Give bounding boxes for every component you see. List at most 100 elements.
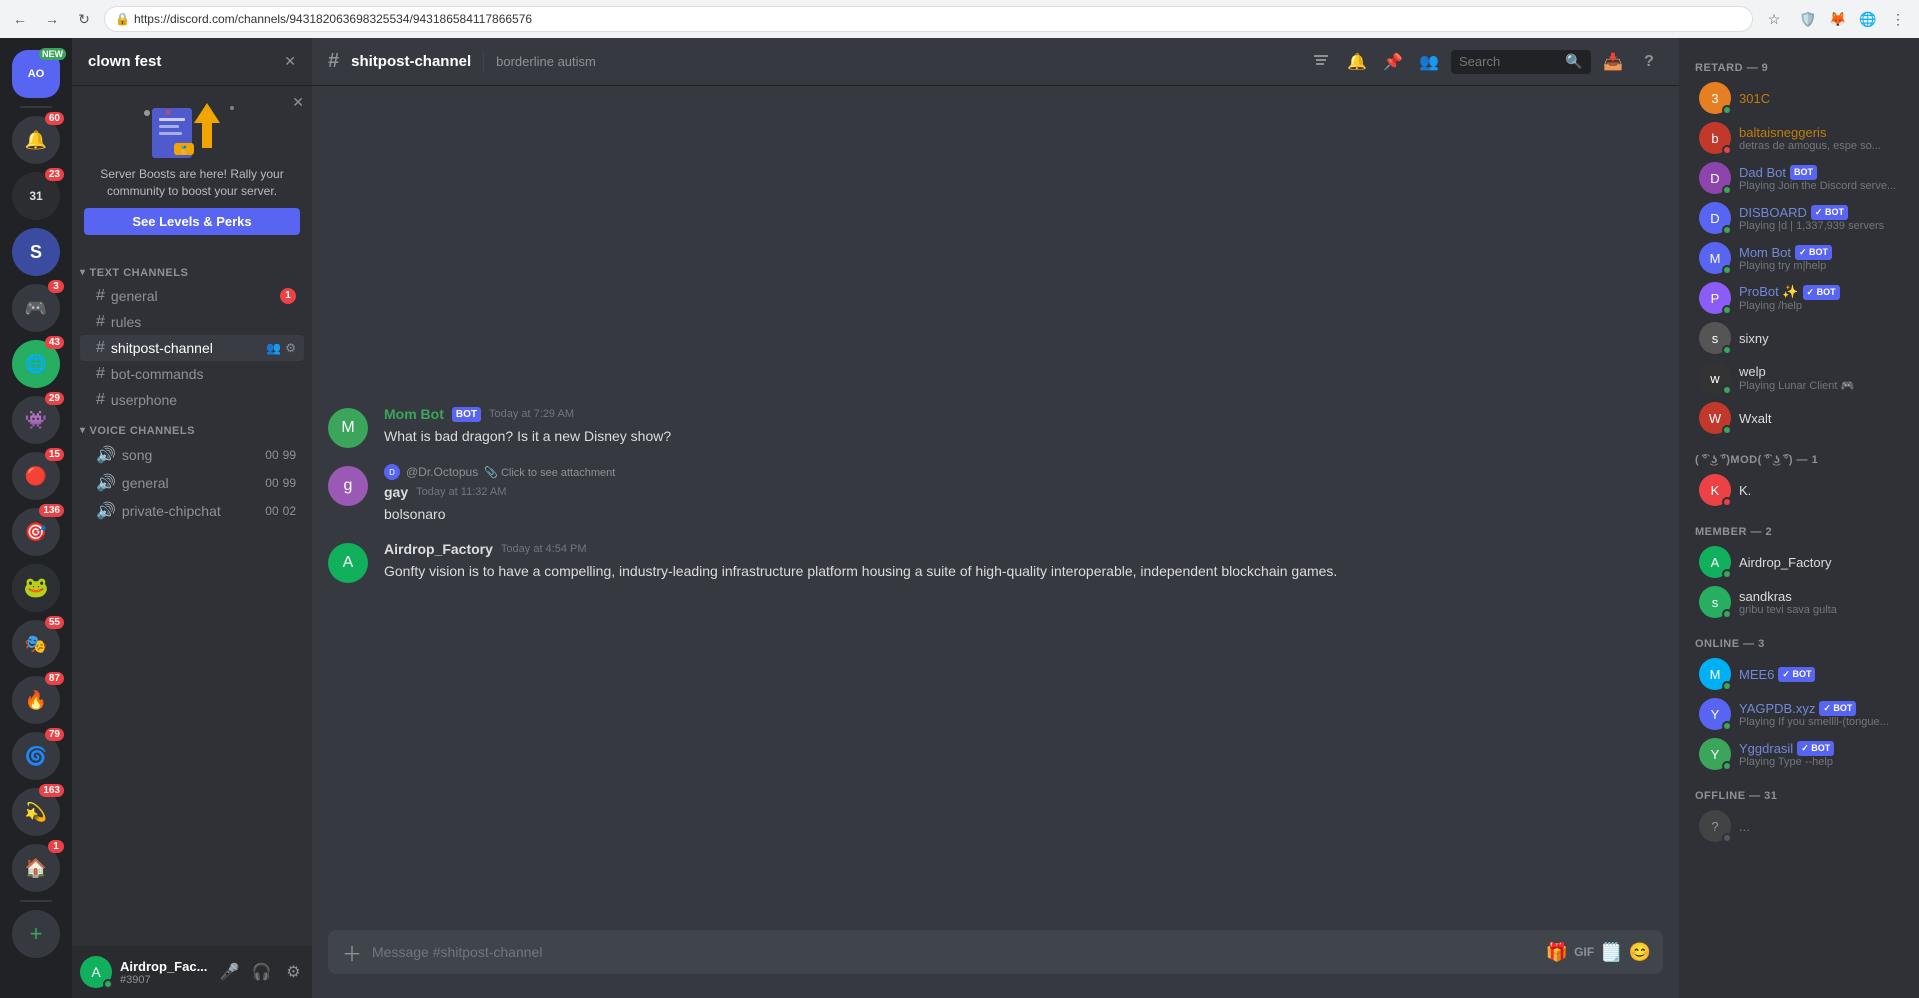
- user-info: Airdrop_Fac... #3907: [120, 959, 207, 986]
- member-disboard[interactable]: D DISBOARD ✓ BOT Playing |d | 1,337,939 …: [1687, 198, 1911, 238]
- text-channels-category[interactable]: ▾ TEXT CHANNELS: [72, 255, 312, 283]
- boost-banner-button[interactable]: See Levels & Perks: [84, 208, 300, 235]
- member-baltais[interactable]: b baltaisneggeris detras de amogus, espe…: [1687, 118, 1911, 158]
- bookmark-button[interactable]: ☆: [1761, 6, 1787, 32]
- gif-button[interactable]: GIF: [1574, 945, 1594, 959]
- member-wxalt[interactable]: W Wxalt: [1687, 398, 1911, 438]
- server-icon-6[interactable]: 👾 29: [12, 396, 60, 444]
- member-301c[interactable]: 3 301C: [1687, 78, 1911, 118]
- server-icon-12[interactable]: 🌀 79: [12, 732, 60, 780]
- deafen-button[interactable]: 🎧: [247, 958, 275, 986]
- search-box[interactable]: 🔍: [1451, 50, 1591, 74]
- server-icon-14[interactable]: 🏠 1: [12, 844, 60, 892]
- threads-button[interactable]: [1307, 48, 1335, 76]
- forward-button[interactable]: →: [40, 7, 64, 31]
- member-mombot[interactable]: M Mom Bot ✓ BOT Playing try m|help: [1687, 238, 1911, 278]
- voice-channel-name-private: private-chipchat: [122, 503, 259, 519]
- channel-rules[interactable]: # rules: [80, 309, 304, 335]
- message-content-mombot: Mom Bot BOT Today at 7:29 AM What is bad…: [384, 406, 1663, 448]
- user-controls: 🎤 🎧 ⚙: [215, 958, 307, 986]
- server-icon-1[interactable]: 🔔 60: [12, 116, 60, 164]
- bot-tag-disboard: ✓ BOT: [1811, 205, 1848, 220]
- refresh-button[interactable]: ↻: [72, 7, 96, 31]
- voice-channel-private[interactable]: 🔊 private-chipchat 00 02: [80, 497, 304, 525]
- server-icon-4[interactable]: 🎮 3: [12, 284, 60, 332]
- member-yagpdb[interactable]: Y YAGPDB.xyz ✓ BOT Playing If you smelll…: [1687, 694, 1911, 734]
- member-welp[interactable]: w welp Playing Lunar Client 🎮: [1687, 358, 1911, 398]
- server-icon-3[interactable]: S: [12, 228, 60, 276]
- banner-close-button[interactable]: ✕: [292, 94, 304, 111]
- hash-icon-shitpost: #: [96, 339, 105, 357]
- channel-name-rules: rules: [111, 314, 296, 330]
- channel-general[interactable]: # general 1: [80, 283, 304, 309]
- inbox-button[interactable]: 📥: [1599, 48, 1627, 76]
- add-server-button[interactable]: +: [12, 910, 60, 958]
- member-sandkras[interactable]: s sandkras gribu tevi sava gulta: [1687, 582, 1911, 622]
- ext1-button[interactable]: 🛡️: [1795, 6, 1821, 32]
- search-input[interactable]: [1459, 54, 1559, 69]
- server-icon-2[interactable]: 31 23: [12, 172, 60, 220]
- help-button[interactable]: ?: [1635, 48, 1663, 76]
- member-avatar-disboard: D: [1699, 202, 1731, 234]
- member-yggdrasil[interactable]: Y Yggdrasil ✓ BOT Playing Type --help: [1687, 734, 1911, 774]
- member-sixny[interactable]: s sixny: [1687, 318, 1911, 358]
- message-content-airdrop: Airdrop_Factory Today at 4:54 PM Gonfty …: [384, 541, 1663, 583]
- member-activity-sandkras: gribu tevi sava gulta: [1739, 604, 1903, 616]
- sticker-button[interactable]: 🗒️: [1600, 942, 1622, 963]
- emoji-button[interactable]: 😊: [1629, 942, 1651, 963]
- voice-count-song: 00 99: [265, 448, 296, 462]
- member-avatar-baltais: b: [1699, 122, 1731, 154]
- server-icon-10[interactable]: 🎭 55: [12, 620, 60, 668]
- server-icon-13[interactable]: 💫 163: [12, 788, 60, 836]
- channel-shitpost[interactable]: # shitpost-channel 👥 ⚙: [80, 335, 304, 361]
- members-group-mod: ( ͡° ͜ʖ ͡°)MOD( ͡° ͜ʖ ͡°) — 1: [1679, 446, 1919, 470]
- member-offline-1[interactable]: ? ...: [1687, 806, 1911, 846]
- server-icon-7[interactable]: 🔴 15: [12, 452, 60, 500]
- member-avatar-dadbot: D: [1699, 162, 1731, 194]
- back-button[interactable]: ←: [8, 7, 32, 31]
- member-activity-dadbot: Playing Join the Discord serve...: [1739, 180, 1903, 192]
- member-avatar-sandkras: s: [1699, 586, 1731, 618]
- ext2-button[interactable]: 🦊: [1825, 6, 1851, 32]
- server-icon-9[interactable]: 🐸: [12, 564, 60, 612]
- member-activity-mombot: Playing try m|help: [1739, 260, 1903, 272]
- channel-userphone[interactable]: # userphone: [80, 387, 304, 413]
- member-dadbot[interactable]: D Dad Bot BOT Playing Join the Discord s…: [1687, 158, 1911, 198]
- user-avatar: A: [80, 956, 112, 988]
- member-probot[interactable]: P ProBot ✨ ✓ BOT Playing /help: [1687, 278, 1911, 318]
- members-icon[interactable]: 👥: [266, 341, 281, 355]
- add-attachment-button[interactable]: ＋: [340, 940, 364, 964]
- menu-button[interactable]: ⋮: [1885, 6, 1911, 32]
- url-bar[interactable]: 🔒 https://discord.com/channels/943182063…: [104, 6, 1753, 32]
- channel-bot-commands[interactable]: # bot-commands: [80, 361, 304, 387]
- message-item-airdrop: A Airdrop_Factory Today at 4:54 PM Gonft…: [312, 537, 1679, 587]
- settings-button[interactable]: ⚙: [279, 958, 307, 986]
- server-icon-11[interactable]: 🔥 87: [12, 676, 60, 724]
- voice-channel-song[interactable]: 🔊 song 00 99: [80, 441, 304, 469]
- settings-icon[interactable]: ⚙: [285, 341, 296, 355]
- server-icon-5[interactable]: 🌐 43: [12, 340, 60, 388]
- channel-description: borderline autism: [496, 54, 1295, 69]
- reply-attachment[interactable]: 📎 Click to see attachment: [484, 466, 615, 479]
- pin-button[interactable]: 📌: [1379, 48, 1407, 76]
- server-icon-8[interactable]: 🎯 136: [12, 508, 60, 556]
- channel-badge-general: 1: [280, 288, 296, 304]
- member-airdrop[interactable]: A Airdrop_Factory: [1687, 542, 1911, 582]
- mute-button[interactable]: 🎤: [215, 958, 243, 986]
- gift-button[interactable]: 🎁: [1546, 942, 1568, 963]
- voice-channel-general[interactable]: 🔊 general 00 99: [80, 469, 304, 497]
- hash-icon-rules: #: [96, 313, 105, 331]
- notifications-button[interactable]: 🔔: [1343, 48, 1371, 76]
- server-header[interactable]: clown fest ✕: [72, 38, 312, 86]
- badge-1: 60: [45, 112, 64, 125]
- member-mee6[interactable]: M MEE6 ✓ BOT: [1687, 654, 1911, 694]
- voice-channels-category[interactable]: ▾ VOICE CHANNELS: [72, 413, 312, 441]
- members-button[interactable]: 👥: [1415, 48, 1443, 76]
- bot-tag-mombot-list: ✓ BOT: [1795, 245, 1832, 260]
- server-icon-ao[interactable]: AO NEW: [12, 50, 60, 98]
- member-activity-yggdrasil: Playing Type --help: [1739, 756, 1903, 768]
- member-k[interactable]: K K.: [1687, 470, 1911, 510]
- message-input[interactable]: [372, 944, 1538, 960]
- member-name-offline-1: ...: [1739, 819, 1903, 834]
- ext3-button[interactable]: 🌐: [1855, 6, 1881, 32]
